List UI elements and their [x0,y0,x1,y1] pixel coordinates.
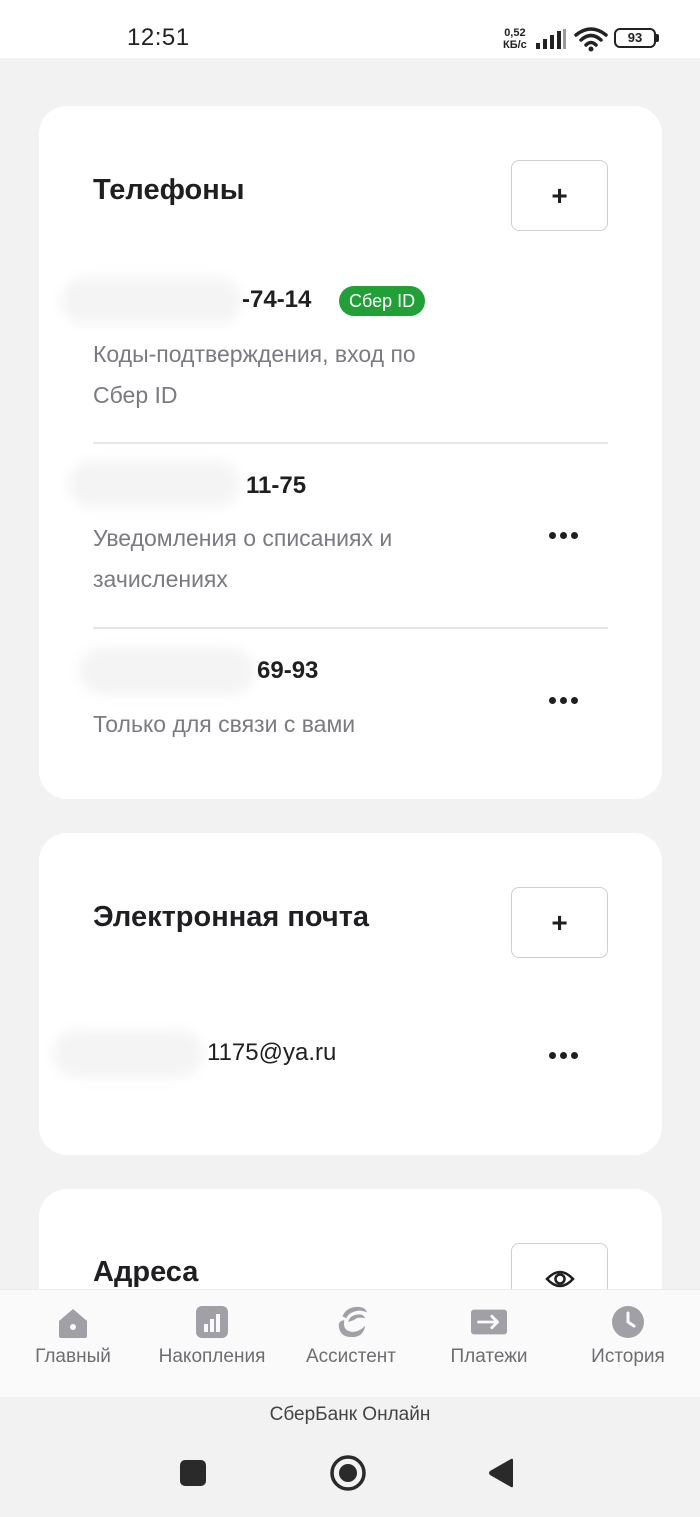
divider [93,627,608,629]
more-options-button[interactable] [541,1040,585,1070]
phone-description: Уведомления о списаниях и зачислениях [93,525,393,592]
system-navigation-bar [0,1440,700,1517]
phones-card: Телефоны + -74-14 Сбер ID Коды-подтвержд… [39,106,662,799]
email-address[interactable]: 1175@ya.ru [207,1039,336,1067]
nav-item-savings[interactable]: Накопления [142,1290,282,1398]
home-circle-icon[interactable] [329,1454,367,1492]
signal-icon [536,29,566,49]
recent-apps-icon[interactable] [179,1459,207,1487]
network-speed-value: 0,52 [504,27,526,39]
assistant-icon [333,1304,369,1340]
history-clock-icon [610,1304,646,1340]
status-bar: 12:51 0,52 КБ/с 93 [0,0,700,58]
battery-level: 93 [614,28,656,48]
email-card: Электронная почта + 1175@ya.ru [39,833,662,1155]
nav-label: Накопления [158,1346,266,1367]
add-phone-button[interactable]: + [511,160,608,231]
nav-label: Ассистент [305,1346,397,1367]
phone-description: Только для связи с вами [93,711,356,737]
sber-id-badge: Сбер ID [339,286,426,316]
wifi-icon [574,27,608,52]
status-time: 12:51 [127,24,190,51]
phone-number[interactable]: 69-93 [257,657,318,685]
phone-number[interactable]: 11-75 [246,472,306,500]
phone-description: Коды-подтверждения, вход по Сбер ID [93,341,416,408]
redacted-area [79,648,254,694]
email-title: Электронная почта [93,901,370,933]
phone-number[interactable]: -74-14 [242,286,311,314]
nav-label: Платежи [450,1346,528,1367]
bottom-navigation: Главный Накопления Ассистент Платежи Ист… [0,1289,700,1397]
redacted-area [61,278,241,324]
nav-label: История [591,1346,665,1367]
battery-icon: 93 [614,28,660,50]
more-options-button[interactable] [541,520,585,550]
savings-chart-icon [194,1304,230,1340]
nav-item-home[interactable]: Главный [3,1290,143,1398]
addresses-title: Адреса [93,1256,199,1288]
nav-item-payments[interactable]: Платежи [419,1290,559,1398]
back-triangle-icon[interactable] [487,1458,515,1488]
redacted-area [53,1031,203,1077]
app-caption: СберБанк Онлайн [269,1404,431,1425]
add-email-button[interactable]: + [511,887,608,958]
more-options-button[interactable] [541,685,585,715]
payments-arrow-icon [471,1304,507,1340]
redacted-area [69,461,239,507]
nav-item-assistant[interactable]: Ассистент [281,1290,421,1398]
divider [93,442,608,444]
eye-icon [544,1270,575,1287]
network-speed: 0,52 КБ/с [503,27,527,51]
network-speed-unit: КБ/с [503,39,527,51]
home-icon [55,1304,91,1340]
nav-item-history[interactable]: История [558,1290,698,1398]
nav-label: Главный [35,1346,111,1367]
phones-title: Телефоны [93,174,245,206]
